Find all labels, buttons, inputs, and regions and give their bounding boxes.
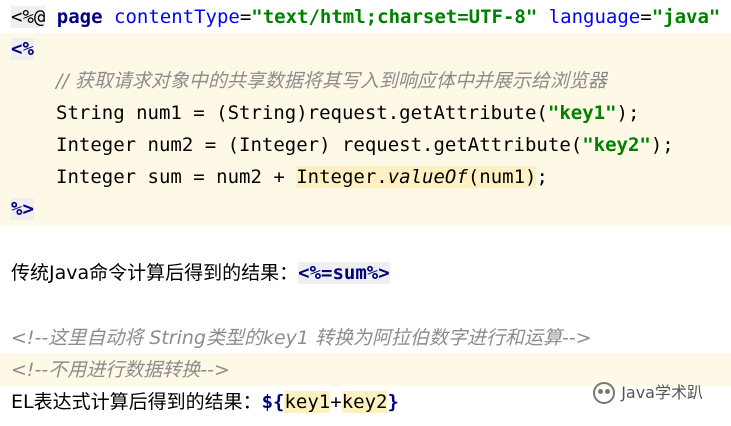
- method-name: valueOf: [387, 166, 468, 188]
- code-line-html-comment: <!--这里自动将 String类型的key1 转换为阿拉伯数字进行和运算-->: [0, 322, 731, 354]
- watermark-text: Java学术趴: [621, 383, 703, 402]
- code-text: );: [650, 134, 674, 156]
- code-line-comment: // 获取请求对象中的共享数据将其写入到响应体中并展示给浏览器: [0, 65, 731, 97]
- html-comment: <!--不用进行数据转换-->: [11, 359, 230, 381]
- wechat-icon: [593, 382, 616, 404]
- code-text: );: [616, 102, 640, 124]
- code-line-sum: Integer sum = num2 + Integer.valueOf(num…: [0, 161, 731, 193]
- code-line-num1: String num1 = (String)request.getAttribu…: [0, 97, 731, 129]
- content-type-value: "text/html;charset=UTF-8": [251, 6, 538, 28]
- el-plus: +: [330, 391, 342, 413]
- el-variable-key2: key2: [341, 391, 388, 413]
- watermark: Java学术趴: [593, 377, 703, 409]
- code-editor[interactable]: <%@ page contentType="text/html;charset=…: [0, 0, 731, 426]
- content-type-attr: contentType: [114, 6, 240, 28]
- highlighted-expression[interactable]: Integer.valueOf(num1): [296, 166, 537, 188]
- string-literal: "key1": [547, 102, 617, 124]
- code-line-result-traditional: 传统Java命令计算后得到的结果：<%=sum%>: [0, 257, 731, 289]
- string-literal: "key2": [582, 134, 651, 156]
- jsp-open-tag: <%@: [11, 6, 46, 28]
- code-text: Integer sum = num2 +: [56, 166, 297, 188]
- equals: =: [640, 6, 652, 28]
- code-text: Integer num2 = (Integer) request.getAttr…: [56, 134, 583, 156]
- code-line-num2: Integer num2 = (Integer) request.getAttr…: [0, 129, 731, 161]
- code-text: String num1 = (String)request.getAttribu…: [56, 102, 548, 124]
- language-attr: language: [548, 6, 641, 28]
- el-variable-key1: key1: [284, 391, 331, 413]
- class-name: Integer.: [296, 166, 388, 188]
- result-label: EL表达式计算后得到的结果：: [11, 391, 262, 413]
- language-value: "java": [651, 6, 721, 28]
- scriptlet-open-tag: <%: [11, 38, 34, 60]
- method-args: (num1): [467, 166, 537, 188]
- result-label: 传统Java命令计算后得到的结果：: [11, 262, 299, 284]
- code-line-page-directive: <%@ page contentType="text/html;charset=…: [0, 1, 731, 33]
- equals: =: [239, 6, 252, 28]
- el-close: }: [387, 391, 399, 413]
- scriptlet-close-tag: %>: [11, 198, 34, 220]
- code-text: ;: [536, 166, 548, 188]
- html-comment: <!--这里自动将 String类型的key1 转换为阿拉伯数字进行和运算-->: [11, 327, 592, 349]
- java-comment: // 获取请求对象中的共享数据将其写入到响应体中并展示给浏览器: [56, 70, 607, 92]
- code-line-scriptlet-close: %>: [0, 193, 731, 225]
- code-line-scriptlet-open: <%: [0, 33, 731, 65]
- jsp-expression: <%=sum%>: [298, 262, 390, 284]
- page-keyword: page: [56, 6, 103, 28]
- el-open: ${: [261, 391, 285, 413]
